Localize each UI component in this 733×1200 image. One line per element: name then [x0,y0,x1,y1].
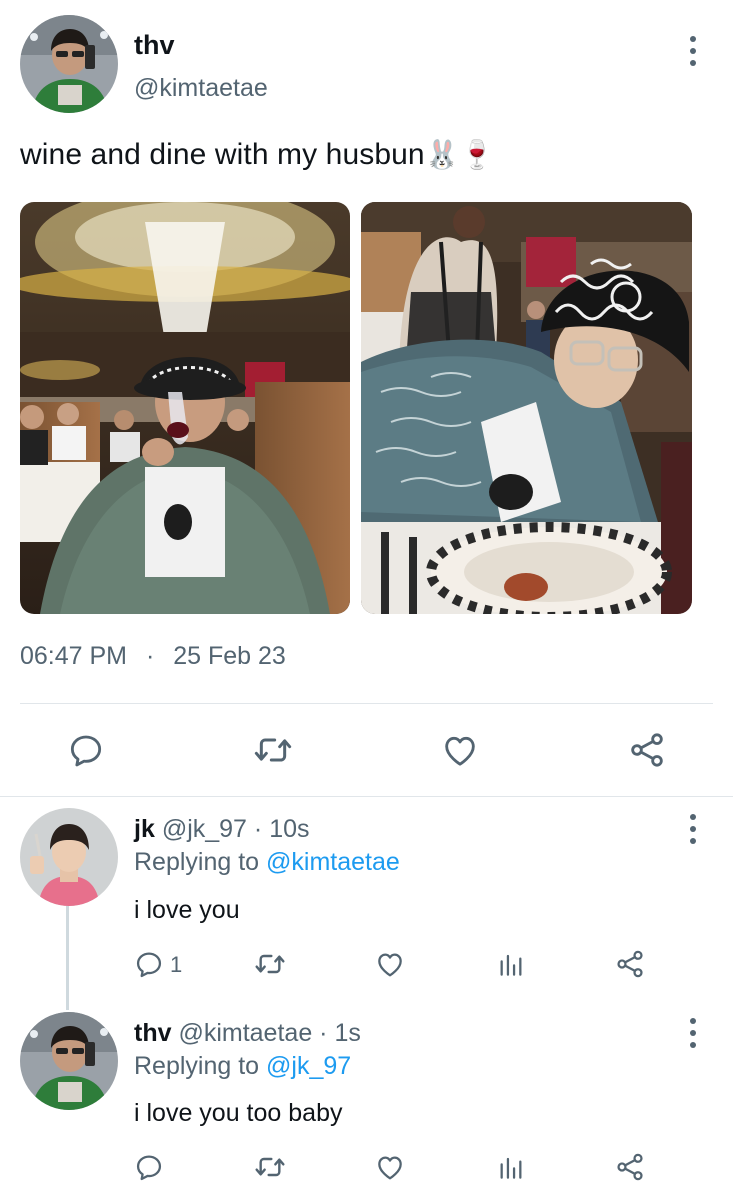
meta-separator: · [145,642,155,670]
retweet-icon[interactable] [254,1151,286,1183]
like-icon[interactable] [440,730,480,770]
reply-icon[interactable] [133,948,165,980]
tweet-timestamp[interactable]: 06:47 PM · 25 Feb 23 [20,642,286,671]
reply-dot: · [253,815,263,843]
tweet-text: wine and dine with my husbun [20,138,425,171]
reply-author-name[interactable]: thv [134,1019,172,1047]
divider [20,703,713,704]
reply-more-button[interactable] [688,814,698,844]
like-icon[interactable] [374,948,406,980]
analytics-icon[interactable] [495,948,527,980]
reply-avatar[interactable] [20,808,118,906]
more-icon [690,36,696,42]
reply-age: 1s [334,1019,361,1047]
author-avatar[interactable] [20,15,118,113]
retweet-icon[interactable] [253,730,293,770]
replying-to: Replying to @kimtaetae [134,848,400,877]
replying-to: Replying to @jk_97 [134,1052,351,1081]
tweet-time: 06:47 PM [20,642,128,670]
divider [0,796,733,797]
like-icon[interactable] [374,1151,406,1183]
replying-mention[interactable]: @jk_97 [266,1052,351,1080]
emoji: 🐰🍷 [424,139,495,170]
more-icon [690,1018,696,1024]
reply-avatar[interactable] [20,1012,118,1110]
retweet-icon[interactable] [254,948,286,980]
reply-dot: · [319,1019,328,1047]
tweet-photo-1[interactable] [20,202,350,614]
reply-count: 1 [170,952,183,977]
share-icon[interactable] [614,948,646,980]
reply-author-handle[interactable]: @jk_97 [162,815,247,843]
reply-author-handle[interactable]: @kimtaetae [178,1019,312,1047]
tweet-text-row: wine and dine with my husbun🐰🍷 [20,138,495,172]
reply-header: jk @jk_97 · 10s [134,815,310,844]
analytics-icon[interactable] [495,1151,527,1183]
share-icon[interactable] [614,1151,646,1183]
reply-header: thv @kimtaetae · 1s [134,1019,361,1048]
reply-author-name[interactable]: jk [134,815,155,843]
author-handle[interactable]: @kimtaetae [134,74,268,103]
more-options-button[interactable] [688,36,698,66]
replying-mention[interactable]: @kimtaetae [266,848,400,876]
replying-prefix: Replying to [134,1052,260,1080]
more-icon [690,814,696,820]
share-icon[interactable] [627,730,667,770]
reply-more-button[interactable] [688,1018,698,1048]
replying-prefix: Replying to [134,848,260,876]
reply-age: 10s [269,815,310,843]
reply-text: i love you [134,896,240,924]
tweet-photo-2[interactable] [361,202,692,614]
thread-line [66,905,69,1010]
reply-icon[interactable] [133,1151,165,1183]
tweet-date: 25 Feb 23 [173,642,286,670]
author-name[interactable]: thv [134,30,175,61]
reply-text: i love you too baby [134,1099,343,1127]
reply-icon[interactable] [66,730,106,770]
